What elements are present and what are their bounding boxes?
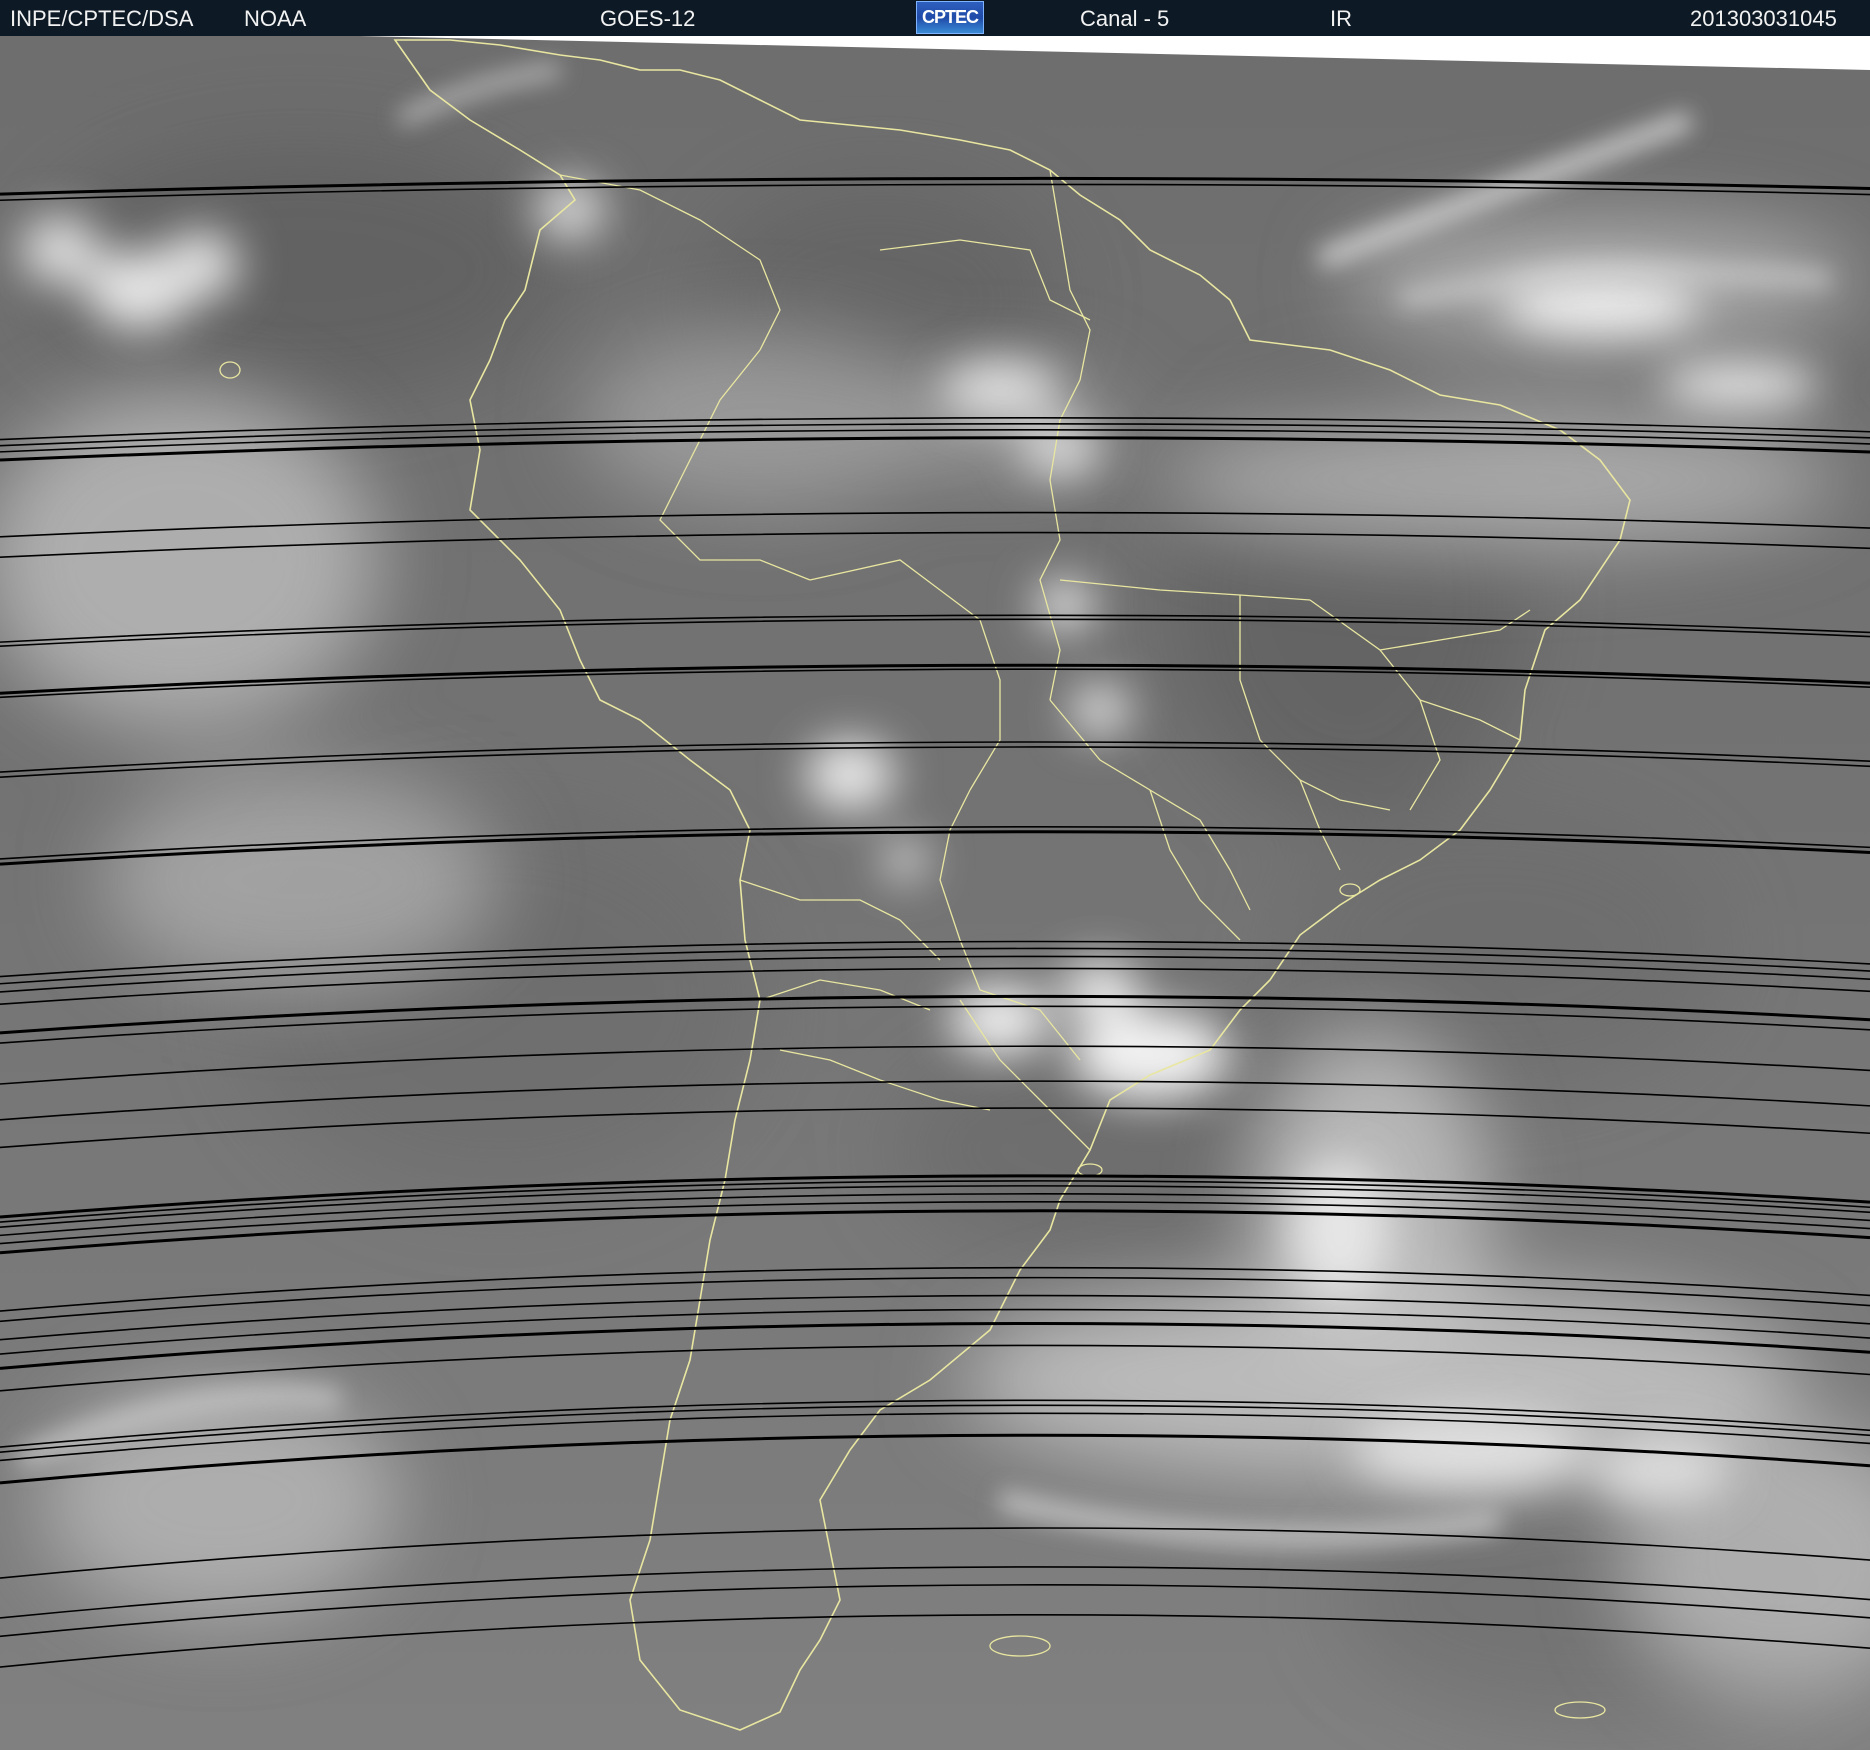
satellite-image [0,36,1870,1750]
agency-label: NOAA [244,6,307,31]
image-header-bar: INPE/CPTEC/DSA NOAA GOES-12 CPTEC Canal … [0,0,1870,36]
org-label: INPE/CPTEC/DSA [10,6,194,31]
cptec-logo: CPTEC [916,1,984,34]
timestamp-label: 201303031045 [1690,6,1837,31]
channel-label: Canal - 5 [1080,6,1170,31]
satellite-label: GOES-12 [600,6,696,31]
band-label: IR [1330,6,1352,31]
earth-disc [0,36,1870,1750]
